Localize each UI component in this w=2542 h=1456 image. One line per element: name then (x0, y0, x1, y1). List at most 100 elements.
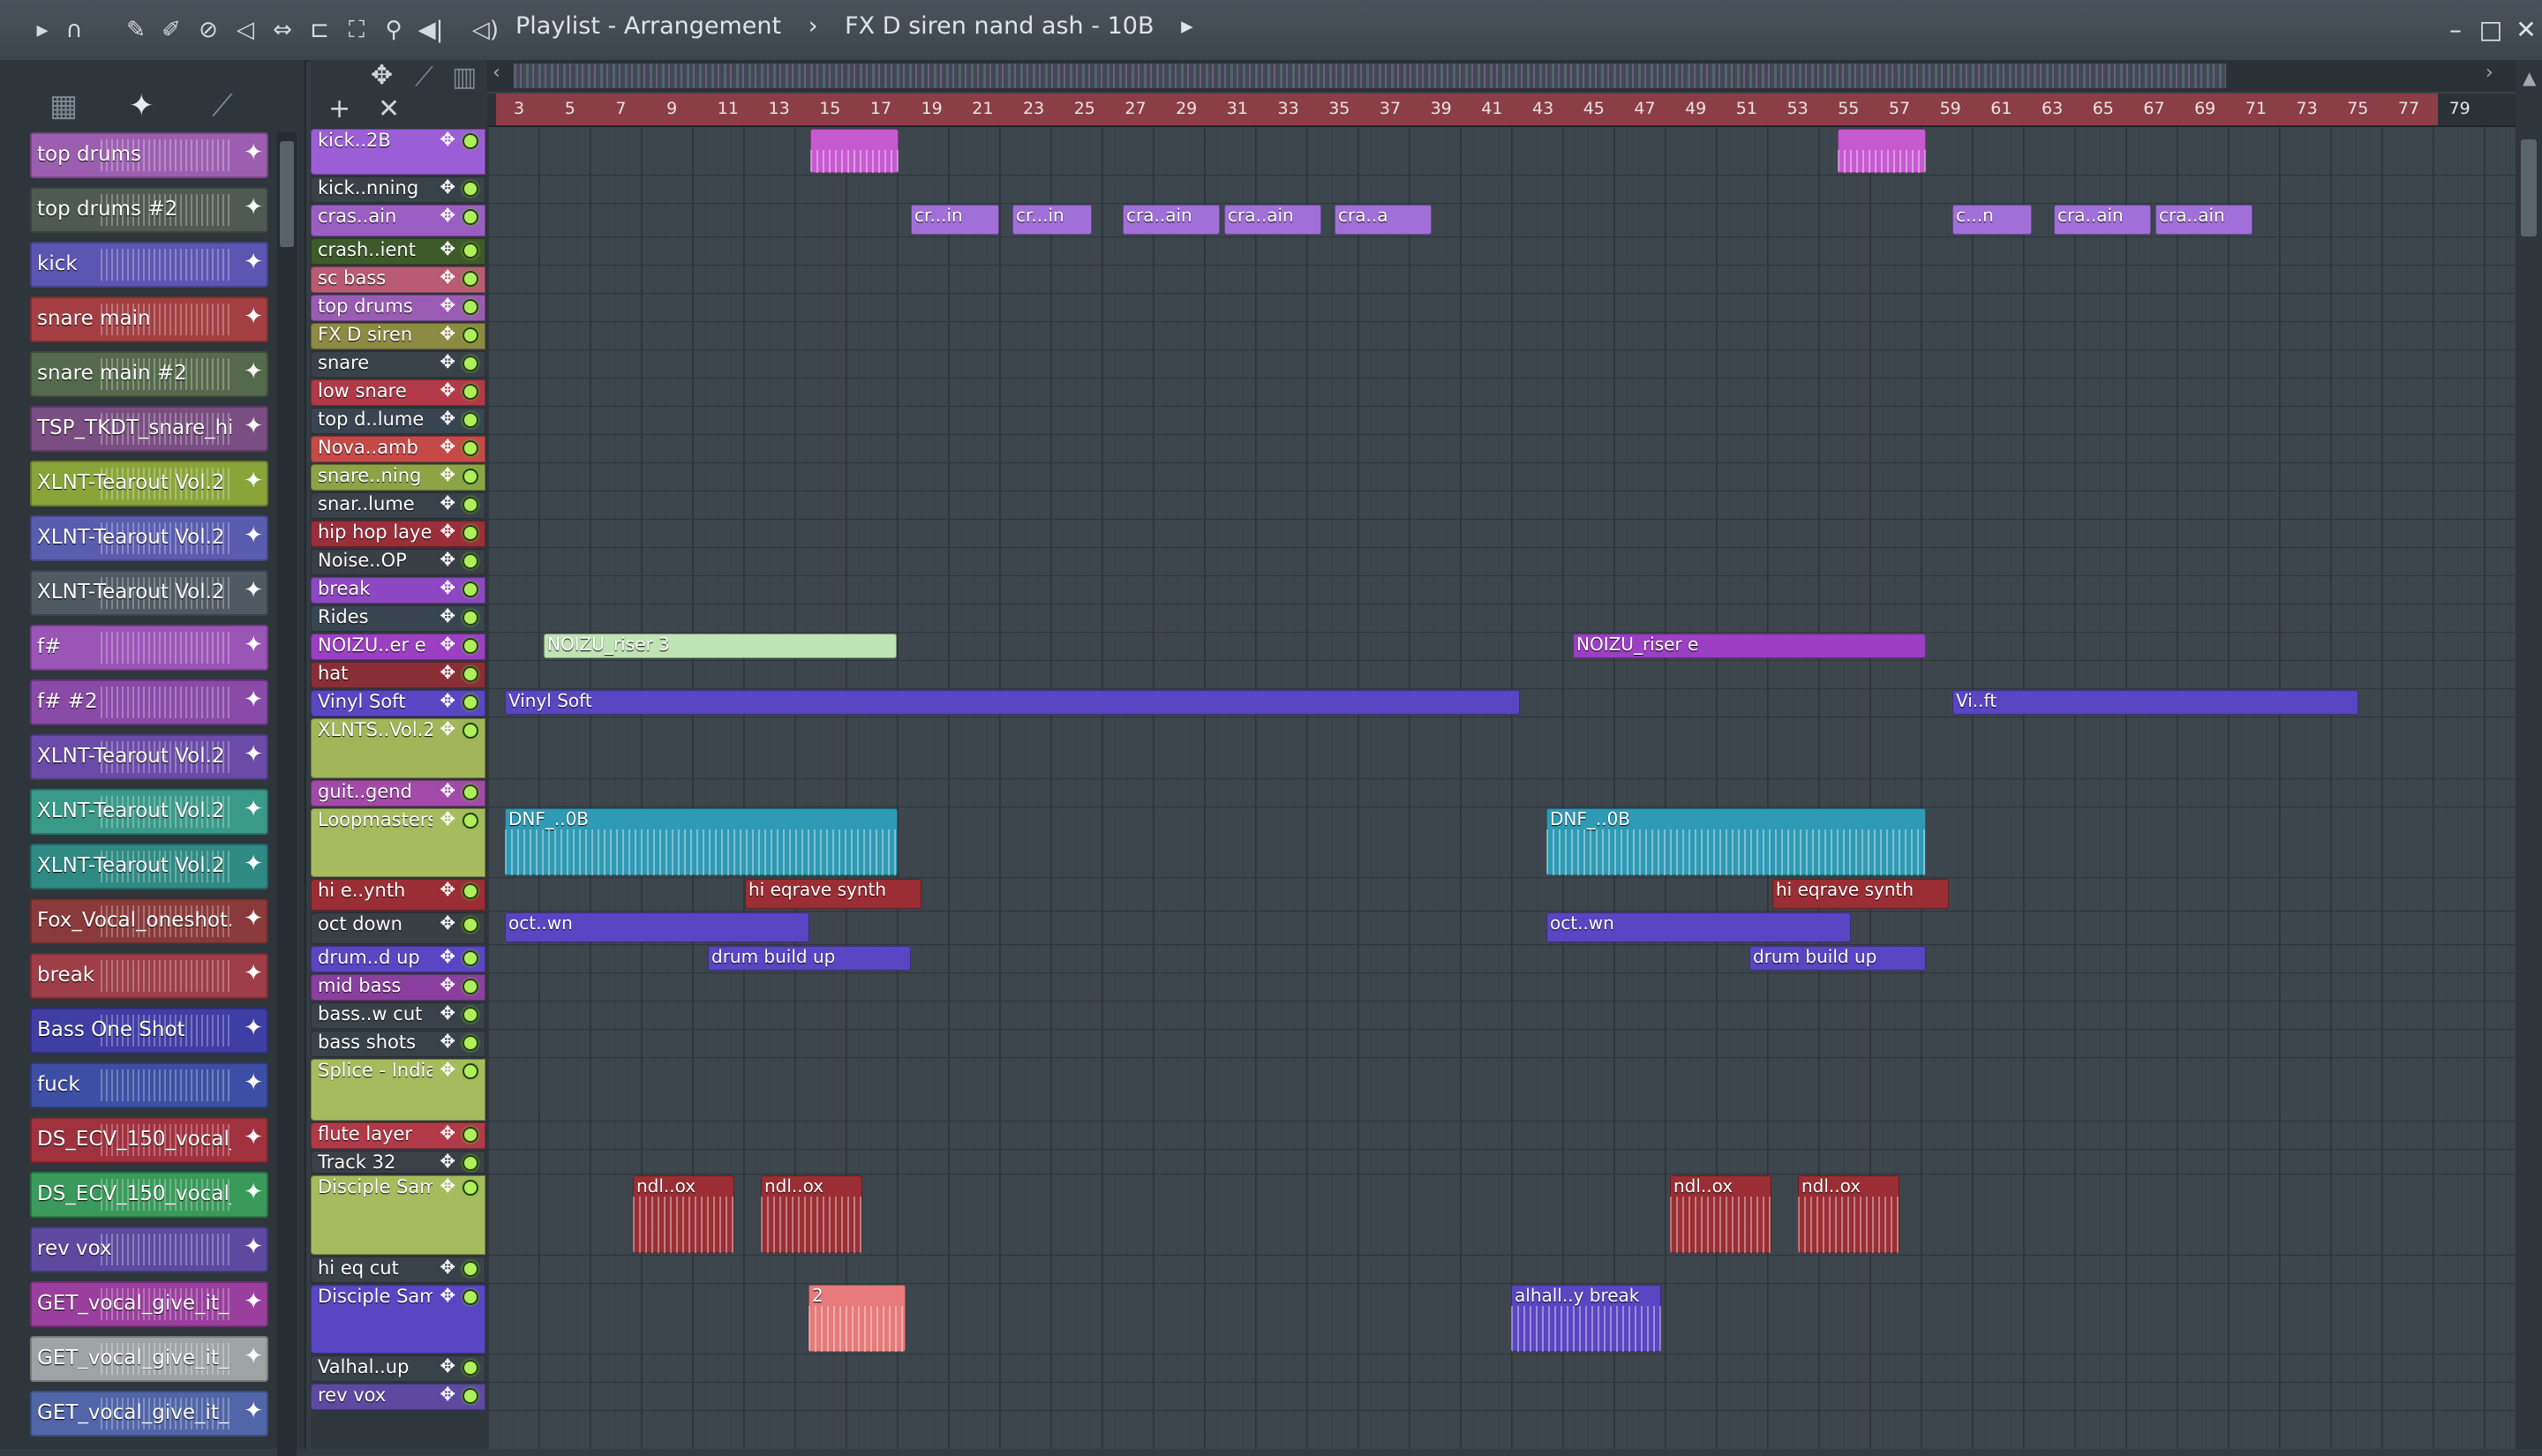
track-header[interactable]: crash..ient ✥ (311, 238, 485, 265)
playlist-clip[interactable] (810, 129, 899, 173)
browser-clip[interactable]: XLNT-Tearout Vol.2 -.. ✦ (30, 461, 268, 507)
playlist-clip[interactable]: 2 (808, 1285, 906, 1352)
track-mute-led[interactable] (463, 723, 478, 739)
track-header[interactable]: kick..nning ✥ (311, 176, 485, 203)
browser-clip[interactable]: Fox_Vocal_oneshot.. ✦ (30, 898, 268, 944)
track-mute-led[interactable] (463, 1289, 478, 1305)
track-lane[interactable] (487, 604, 2516, 633)
close-button[interactable]: ✕ (2508, 12, 2542, 48)
track-lane[interactable] (487, 349, 2516, 379)
track-header[interactable]: NOIZU..er e ✥ (311, 634, 485, 660)
track-lane[interactable] (487, 1382, 2516, 1411)
track-mute-led[interactable] (463, 181, 478, 197)
automation-mode-icon[interactable]: ⟋ (212, 88, 233, 124)
track-mute-led[interactable] (463, 1127, 478, 1143)
track-header[interactable]: break ✥ (311, 577, 485, 604)
playlist-clip[interactable]: drum build up (1749, 946, 1926, 971)
track-mute-led[interactable] (463, 1180, 478, 1196)
browser-clip[interactable]: XLNT-Tearout Vol.2 -.. ✦ (30, 570, 268, 616)
playlist-clip[interactable]: oct..wn (505, 912, 809, 942)
playlist-clip[interactable]: cr...in (911, 205, 999, 235)
browser-clip[interactable]: GET_vocal_give_it_.. ✦ (30, 1336, 268, 1382)
track-mute-led[interactable] (463, 384, 478, 400)
browser-clip[interactable]: rev vox ✦ (30, 1227, 268, 1272)
playlist-clip[interactable]: ndl..ox (1670, 1175, 1771, 1253)
playlist-clip[interactable]: cra..ain (1123, 205, 1220, 235)
track-header[interactable]: Rides ✥ (311, 605, 485, 632)
track-lane[interactable] (487, 519, 2516, 548)
track-lane[interactable] (487, 1149, 2516, 1175)
track-header[interactable]: snare..ning ✥ (311, 464, 485, 491)
playlist-clip[interactable]: ndl..ox (633, 1175, 734, 1253)
browser-clip[interactable]: break ✦ (30, 953, 268, 999)
track-header[interactable]: hi e..ynth ✥ (311, 879, 485, 911)
track-header[interactable]: flute layer ✥ (311, 1122, 485, 1149)
track-lane[interactable] (487, 175, 2516, 204)
track-mute-led[interactable] (463, 813, 478, 829)
playlist-clip[interactable]: Vinyl Soft (505, 690, 1520, 715)
playlist-clip[interactable]: hi eqrave synth (1772, 879, 1949, 909)
track-lane[interactable] (487, 434, 2516, 463)
vertical-scrollbar[interactable]: ▲ (2516, 60, 2542, 1449)
track-lane[interactable] (487, 321, 2516, 350)
track-header[interactable]: Vinyl Soft ✥ (311, 690, 485, 717)
track-mute-led[interactable] (463, 209, 478, 225)
minimize-button[interactable]: – (2438, 12, 2473, 48)
track-mute-led[interactable] (463, 1007, 478, 1023)
track-mute-led[interactable] (463, 638, 478, 654)
track-mute-led[interactable] (463, 979, 478, 994)
track-header[interactable]: Disciple Samples.. ✥ (311, 1285, 485, 1354)
track-header[interactable]: bass..w cut ✥ (311, 1002, 485, 1029)
playlist-clip[interactable]: hi eqrave synth (745, 879, 921, 909)
browser-clip[interactable]: XLNT-Tearout Vol.2 -.. ✦ (30, 515, 268, 561)
scroll-left-icon[interactable]: ‹ (493, 62, 500, 84)
track-mute-led[interactable] (463, 610, 478, 626)
playlist-clip[interactable]: cra..ain (1224, 205, 1321, 235)
track-lane[interactable] (487, 406, 2516, 435)
track-mute-led[interactable] (463, 1035, 478, 1051)
track-mute-led[interactable] (463, 243, 478, 259)
track-mute-led[interactable] (463, 1261, 478, 1277)
track-mute-led[interactable] (463, 1360, 478, 1376)
track-lane[interactable] (487, 378, 2516, 407)
track-lane[interactable] (487, 1029, 2516, 1058)
track-mute-led[interactable] (463, 784, 478, 800)
track-lane[interactable] (487, 547, 2516, 576)
track-header[interactable]: mid bass ✥ (311, 974, 485, 1001)
track-mute-led[interactable] (463, 1063, 478, 1079)
track-lane[interactable] (487, 491, 2516, 520)
slip-icon[interactable]: ⇔ (268, 16, 297, 44)
browser-clip[interactable]: DS_ECV_150_vocal_.. ✦ (30, 1117, 268, 1163)
track-header[interactable]: drum..d up ✥ (311, 946, 485, 972)
playlist-clip[interactable]: cr...in (1012, 205, 1092, 235)
snap-icon[interactable]: ✥ (371, 60, 393, 91)
track-mute-led[interactable] (463, 271, 478, 287)
track-header[interactable]: Splice - Indian Ro.. ✥ (311, 1059, 485, 1121)
track-header[interactable]: Valhal..up ✥ (311, 1355, 485, 1382)
track-mute-led[interactable] (463, 883, 478, 899)
track-header[interactable]: snar..lume ✥ (311, 492, 485, 519)
zoom-up-icon[interactable]: ▲ (2523, 67, 2536, 88)
track-mute-led[interactable] (463, 469, 478, 484)
track-lane[interactable] (487, 127, 2516, 176)
track-mute-led[interactable] (463, 553, 478, 569)
track-header[interactable]: Noise..OP ✥ (311, 549, 485, 575)
track-lane[interactable] (487, 236, 2516, 266)
browser-clip[interactable]: snare main ✦ (30, 296, 268, 342)
track-lane[interactable] (487, 1057, 2516, 1122)
track-mute-led[interactable] (463, 917, 478, 933)
playlist-clip[interactable]: DNF_..0B (505, 808, 898, 875)
track-header[interactable]: FX D siren ✥ (311, 323, 485, 349)
track-mute-led[interactable] (463, 694, 478, 710)
add-track-icon[interactable]: + (328, 94, 350, 124)
browser-clip[interactable]: XLNT-Tearout Vol.2 -.. ✦ (30, 734, 268, 780)
magnet-icon[interactable]: ∩ (60, 16, 88, 44)
browser-clip[interactable]: XLNT-Tearout Vol.2 -.. ✦ (30, 789, 268, 835)
browser-clip[interactable]: snare main #2 ✦ (30, 351, 268, 397)
playlist-area[interactable]: ‹ › 3 5 7 9 11 13 15 17 19 21 23 25 27 29 31 33 35 37 39 41… (487, 60, 2516, 1449)
remove-track-icon[interactable]: ✕ (378, 94, 400, 124)
track-header[interactable]: Disciple Samples.. ✥ (311, 1175, 485, 1255)
track-lane[interactable] (487, 1001, 2516, 1030)
playlist-clip[interactable]: cra..a (1335, 205, 1432, 235)
browser-clip[interactable]: DS_ECV_150_vocal_.. ✦ (30, 1172, 268, 1218)
